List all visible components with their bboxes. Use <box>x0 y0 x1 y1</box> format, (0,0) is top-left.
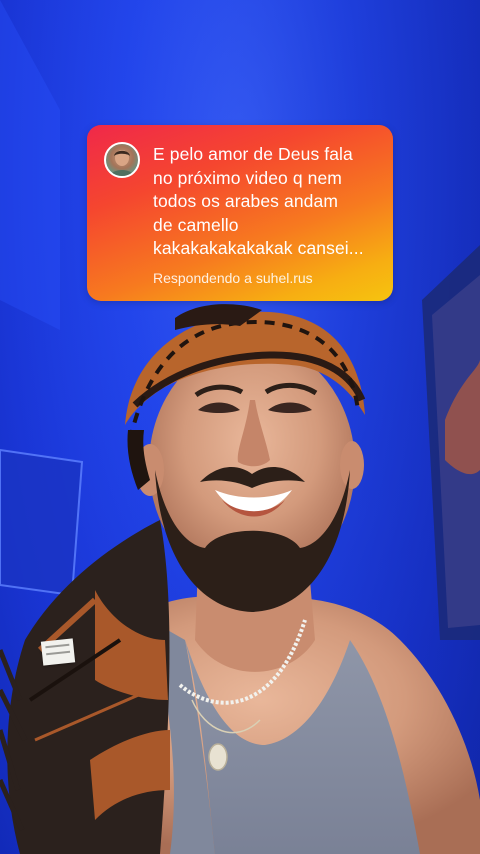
commenter-avatar[interactable] <box>104 142 140 178</box>
comment-reply-sticker[interactable]: E pelo amor de Deus fala no próximo vide… <box>87 125 393 301</box>
reply-prefix: Respondendo a <box>153 269 252 286</box>
reply-username[interactable]: suhel.rus <box>256 269 313 287</box>
user-avatar-icon <box>110 150 134 176</box>
scarf-label-tag <box>40 638 76 666</box>
reply-attribution: Respondendo a suhel.rus <box>153 269 377 287</box>
comment-text: E pelo amor de Deus fala no próximo vide… <box>153 144 364 258</box>
